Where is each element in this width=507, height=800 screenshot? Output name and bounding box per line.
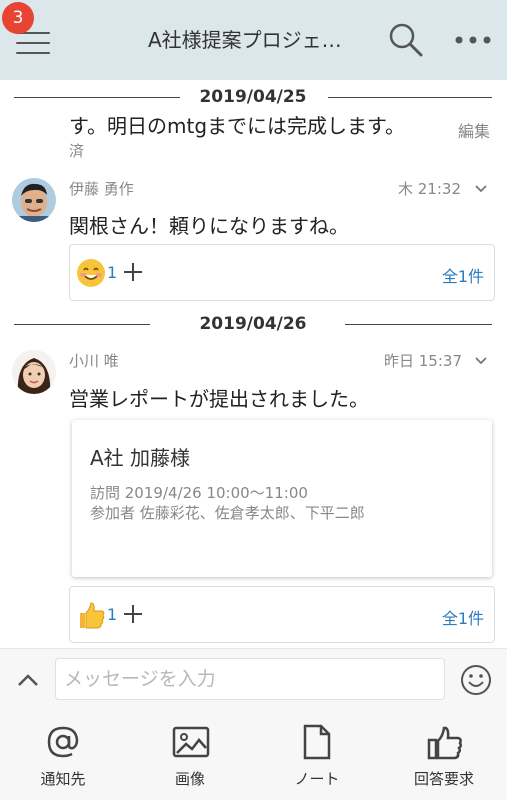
message-text: 営業レポートが提出されました。 — [69, 387, 369, 411]
thumbs-up-icon — [427, 726, 463, 760]
plus-icon[interactable] — [122, 261, 144, 283]
note-button[interactable]: ノート — [254, 710, 380, 800]
sender-name: 小川 唯 — [69, 352, 119, 370]
search-button[interactable] — [386, 20, 426, 60]
date-label: 2019/04/25 — [199, 87, 307, 107]
date-label: 2019/04/26 — [199, 314, 307, 334]
request-answer-label: 回答要求 — [413, 770, 474, 788]
user-avatar-icon — [12, 178, 56, 222]
composer — [0, 648, 507, 710]
chevron-down-icon[interactable] — [473, 181, 489, 197]
unread-badge: 3 — [2, 2, 34, 34]
reaction-total-link[interactable]: 全1件 — [442, 605, 484, 629]
user-avatar-icon — [12, 350, 56, 394]
image-button[interactable]: 画像 — [127, 710, 253, 800]
more-horizontal-icon — [455, 36, 491, 44]
smile-emoji-icon[interactable] — [76, 258, 106, 288]
plus-icon[interactable] — [122, 603, 144, 625]
app-header: 3 A社様提案プロジェ… — [0, 0, 507, 80]
note-label: ノート — [294, 770, 340, 788]
reaction-bar: 1 全1件 — [69, 244, 495, 301]
document-icon — [303, 724, 331, 760]
at-sign-icon — [47, 726, 79, 758]
hamburger-icon-bar — [16, 42, 50, 44]
attachment-toolbar: 通知先 画像 ノート 回答要求 — [0, 710, 507, 800]
search-icon — [389, 23, 423, 57]
date-separator: 2019/04/26 — [14, 312, 492, 336]
report-visit-info: 訪問 2019/4/26 10:00〜11:00 — [90, 484, 308, 502]
message-time: 木 21:32 — [398, 180, 461, 198]
read-status: 済 — [69, 142, 85, 160]
edit-link[interactable]: 編集 — [458, 118, 490, 142]
more-options-button[interactable] — [452, 26, 494, 54]
avatar[interactable] — [12, 350, 56, 394]
reaction-count: 1 — [107, 605, 118, 624]
thumbs-up-emoji-icon[interactable] — [76, 600, 106, 630]
message-text: す。明日のmtgまでには完成します。 — [69, 114, 406, 138]
message-list[interactable]: 2019/04/25 す。明日のmtgまでには完成します。 編集 済 伊藤 勇作… — [0, 80, 507, 648]
image-label: 画像 — [174, 770, 205, 788]
reaction-bar: 1 全1件 — [69, 586, 495, 643]
message-input[interactable] — [55, 658, 445, 700]
emoji-icon[interactable] — [459, 663, 493, 697]
message-text: 関根さん！頼りになりますね。 — [69, 214, 349, 238]
avatar[interactable] — [12, 178, 56, 222]
date-separator: 2019/04/25 — [14, 85, 492, 109]
mention-label: 通知先 — [40, 770, 86, 788]
hamburger-icon-bar — [16, 52, 50, 54]
reaction-total-link[interactable]: 全1件 — [442, 263, 484, 287]
request-answer-button[interactable]: 回答要求 — [381, 710, 507, 800]
chat-title: A社様提案プロジェ… — [148, 28, 342, 52]
message-time: 昨日 15:37 — [384, 352, 462, 370]
report-card-title: A社 加藤様 — [90, 446, 191, 470]
report-card[interactable]: A社 加藤様 訪問 2019/4/26 10:00〜11:00 参加者 佐藤彩花… — [72, 420, 492, 577]
sender-name: 伊藤 勇作 — [69, 180, 134, 198]
chevron-up-icon[interactable] — [16, 670, 40, 690]
report-attendees: 参加者 佐藤彩花、佐倉孝太郎、下平二郎 — [90, 504, 365, 522]
chevron-down-icon[interactable] — [473, 353, 489, 369]
mention-button[interactable]: 通知先 — [0, 710, 126, 800]
reaction-count: 1 — [107, 263, 118, 282]
image-icon — [172, 726, 210, 758]
